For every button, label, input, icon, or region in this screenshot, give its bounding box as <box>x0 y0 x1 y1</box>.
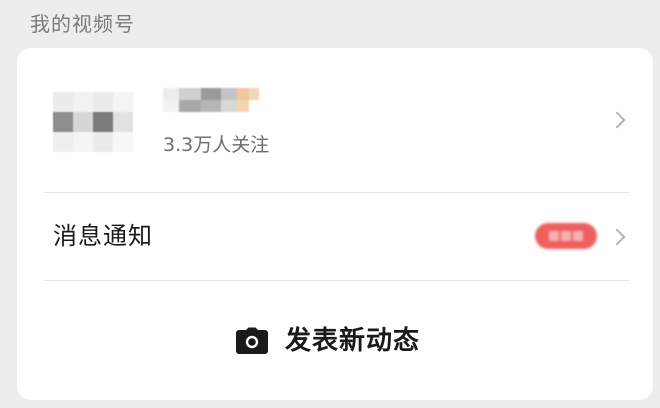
channels-card: 3.3万人关注 消息通知 发表新动态 <box>17 48 653 400</box>
section-title: 我的视频号 <box>30 12 135 36</box>
channel-profile-row[interactable]: 3.3万人关注 <box>17 48 653 192</box>
notification-badge-blurred <box>535 223 597 249</box>
channel-nickname-blurred <box>163 88 275 112</box>
camera-icon <box>236 327 268 354</box>
post-new-moment-label: 发表新动态 <box>285 326 421 356</box>
chevron-right-icon <box>608 111 626 129</box>
notification-label: 消息通知 <box>53 222 153 250</box>
follower-count: 3.3万人关注 <box>163 134 270 156</box>
post-new-moment-button[interactable]: 发表新动态 <box>17 281 653 400</box>
avatar <box>53 92 133 152</box>
chevron-right-icon <box>608 228 626 246</box>
notification-row[interactable]: 消息通知 <box>17 193 653 280</box>
